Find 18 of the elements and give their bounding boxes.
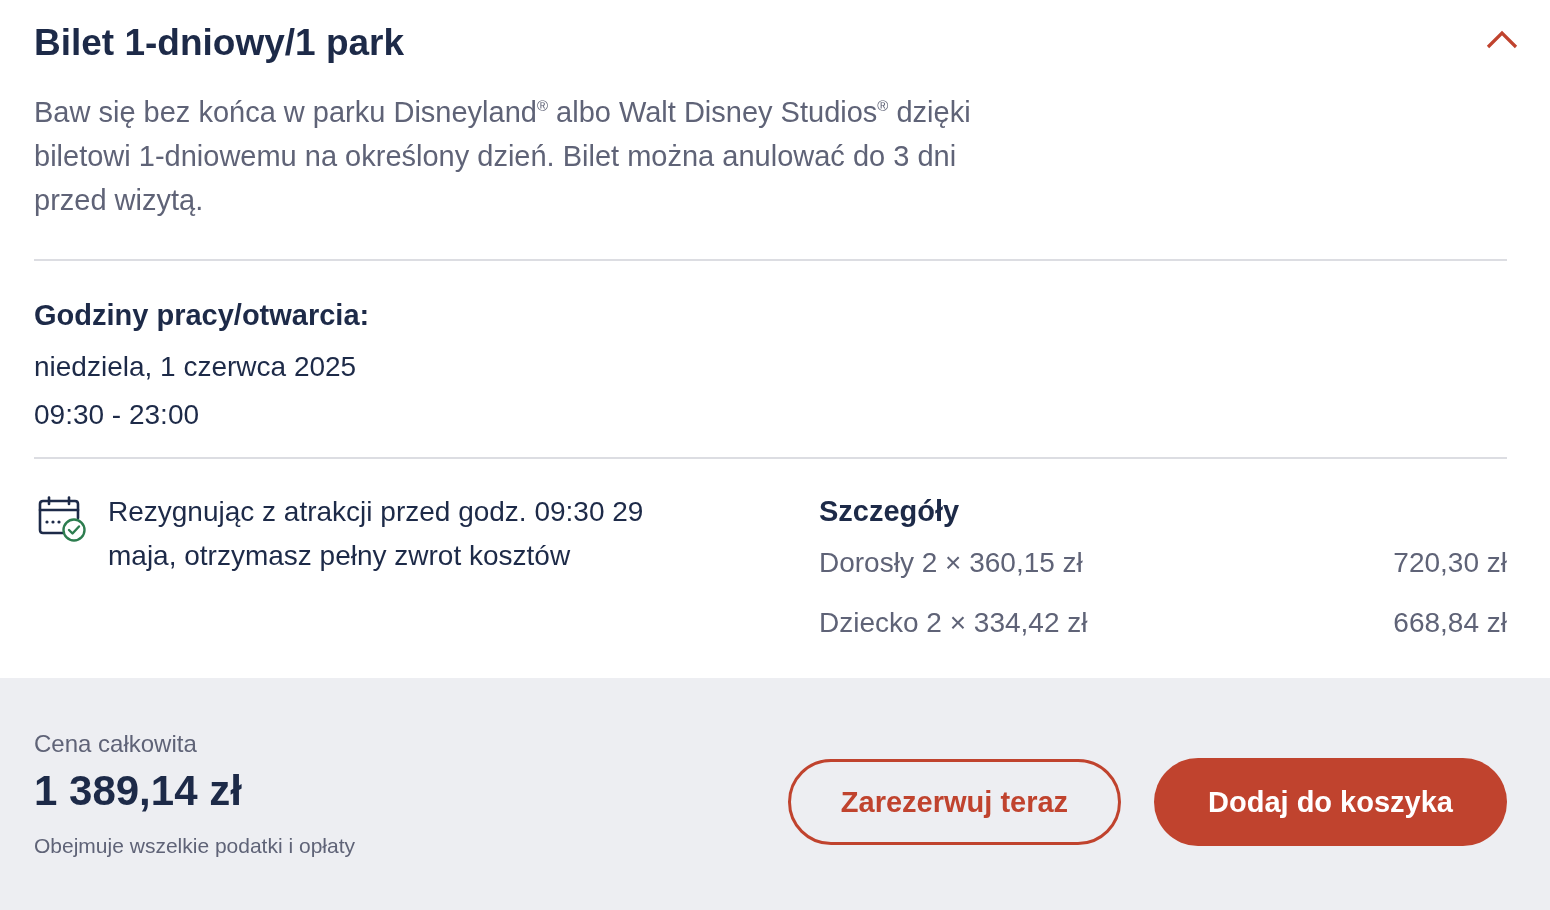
calendar-check-icon xyxy=(38,496,86,542)
tax-note: Obejmuje wszelkie podatki i opłaty xyxy=(34,833,355,859)
details-heading: Szczegóły xyxy=(819,494,961,529)
total-price: 1 389,14 zł xyxy=(34,766,243,816)
hours-heading: Godziny pracy/otwarcia: xyxy=(34,298,371,333)
opening-hours: 09:30 - 23:00 xyxy=(34,398,201,432)
line-item-amount: 720,30 zł xyxy=(1393,547,1507,579)
total-label: Cena całkowita xyxy=(34,729,198,759)
ticket-title: Bilet 1-dniowy/1 park xyxy=(34,23,405,63)
line-item-amount: 668,84 zł xyxy=(1393,607,1507,639)
chevron-icon[interactable] xyxy=(1486,29,1518,49)
refund-notice: Rezygnując z atrakcji przed godz. 09:30 29 maja, otrzymasz pełny zwrot kosztów xyxy=(108,495,645,573)
opening-date: niedziela, 1 czerwca 2025 xyxy=(34,350,358,384)
line-item-label: Dorosły 2 × 360,15 zł xyxy=(819,547,1083,579)
line-item-label: Dziecko 2 × 334,42 zł xyxy=(819,607,1088,639)
add-to-cart-button[interactable]: Dodaj do koszyka xyxy=(1154,758,1507,846)
ticket-description: Baw się bez końca w parku Disneyland$^{®}$ albo Walt Disney Studios$^{®}$ dzięki biletowi 1-dniowemu na określony dzień. Bilet można anulować do 3 dni przed wizytą. xyxy=(34,95,972,218)
reserve-button[interactable]: Zarezerwuj teraz xyxy=(788,759,1121,845)
